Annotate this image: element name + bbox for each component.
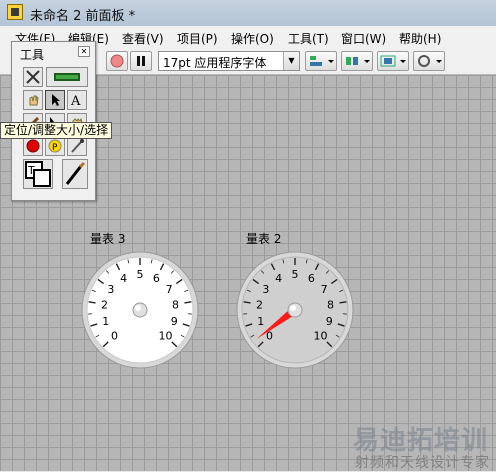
resize-icon xyxy=(378,52,408,70)
gauge-2-label: 量表 2 xyxy=(246,230,281,247)
menu-tools[interactable]: 工具(T) xyxy=(288,30,329,47)
gauge-tick-label: 5 xyxy=(292,268,299,281)
gauge-tick-label: 3 xyxy=(262,283,269,296)
gauge-2[interactable]: 012345678910 xyxy=(235,250,357,372)
gauge-tick-label: 2 xyxy=(256,298,263,311)
get-color-icon[interactable] xyxy=(67,136,87,156)
close-icon[interactable]: ✕ xyxy=(78,46,90,57)
menu-project[interactable]: 项目(P) xyxy=(177,30,218,47)
gauge-tick-label: 6 xyxy=(153,272,160,285)
gauge-tick-label: 7 xyxy=(321,283,328,296)
gauge-tick-label: 2 xyxy=(101,298,108,311)
menu-operate[interactable]: 操作(O) xyxy=(231,30,274,47)
gauge-tick-label: 1 xyxy=(102,315,109,328)
distribute-objects-button[interactable] xyxy=(341,51,373,71)
gauge-tick-label: 10 xyxy=(158,329,172,342)
gauge-tick-label: 9 xyxy=(171,315,178,328)
gauge-tick-label: 8 xyxy=(327,298,334,311)
watermark-tagline: 射频和天线设计专家 xyxy=(355,452,490,472)
svg-text:T: T xyxy=(27,164,35,177)
auto-tool-icon[interactable] xyxy=(23,67,43,87)
pause-button[interactable] xyxy=(130,51,152,71)
gauge-tick-label: 0 xyxy=(111,329,118,342)
chevron-down-icon: ▼ xyxy=(283,52,299,70)
menu-window[interactable]: 窗口(W) xyxy=(341,30,386,47)
resize-objects-button[interactable] xyxy=(377,51,409,71)
svg-text:A: A xyxy=(70,94,81,109)
window-title: 未命名 2 前面板 * xyxy=(30,5,135,24)
reorder-button[interactable] xyxy=(413,51,445,71)
font-select-value: 17pt 应用程序字体 xyxy=(163,54,266,71)
abort-icon xyxy=(107,52,127,70)
tools-palette: 工具 ✕ A P T xyxy=(11,41,96,201)
position-select-icon[interactable] xyxy=(45,90,65,110)
gauge-tick-label: 4 xyxy=(275,272,282,285)
svg-text:P: P xyxy=(52,143,58,153)
gauge-tick-label: 10 xyxy=(313,329,327,342)
probe-data-icon[interactable]: P xyxy=(45,136,65,156)
gauge-tick-label: 1 xyxy=(257,315,264,328)
paintbrush-icon[interactable] xyxy=(62,159,88,189)
menu-view[interactable]: 查看(V) xyxy=(122,30,164,47)
edit-text-icon[interactable]: A xyxy=(67,90,87,110)
menu-help[interactable]: 帮助(H) xyxy=(399,30,441,47)
align-icon xyxy=(306,52,336,70)
font-select[interactable]: 17pt 应用程序字体 ▼ xyxy=(158,51,300,71)
auto-tool-indicator[interactable] xyxy=(46,67,88,87)
operate-value-icon[interactable] xyxy=(23,90,43,110)
gauge-3-label: 量表 3 xyxy=(90,230,125,247)
gauge-3[interactable]: 01 2 34567 8 910 xyxy=(80,250,202,372)
align-objects-button[interactable] xyxy=(305,51,337,71)
tooltip: 定位/调整大小/选择 xyxy=(0,122,112,139)
abort-button[interactable] xyxy=(106,51,128,71)
gauge-tick-label: 4 xyxy=(120,272,127,285)
set-color-icon[interactable]: T xyxy=(23,159,53,189)
gauge-tick-label: 7 xyxy=(166,283,173,296)
gauge-tick-label: 9 xyxy=(326,315,333,328)
gauge-tick-label: 3 xyxy=(107,283,114,296)
gauge-tick-label: 6 xyxy=(308,272,315,285)
tools-palette-title: 工具 xyxy=(20,46,44,63)
reorder-icon xyxy=(414,52,444,70)
title-bar: 未命名 2 前面板 * xyxy=(0,0,496,26)
distribute-icon xyxy=(342,52,372,70)
breakpoint-icon[interactable] xyxy=(23,136,43,156)
pause-icon xyxy=(131,52,151,70)
gauge-tick-label: 5 xyxy=(137,268,144,281)
gauge-tick-label: 8 xyxy=(172,298,179,311)
labview-icon xyxy=(7,4,23,20)
